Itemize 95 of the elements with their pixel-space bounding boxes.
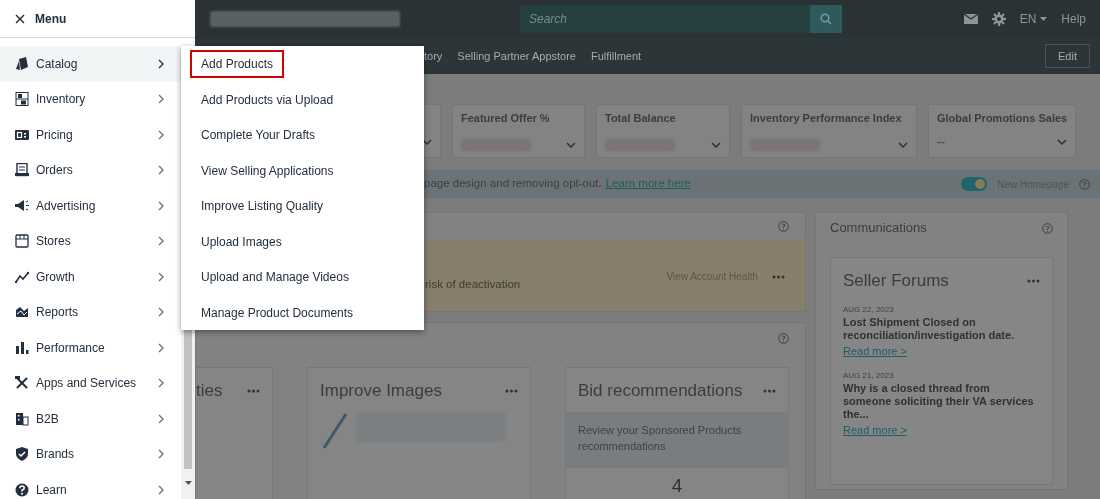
- menu-item[interactable]: Stores: [0, 223, 181, 259]
- shield-check-icon: [15, 447, 29, 462]
- bar-chart-icon: [15, 340, 29, 355]
- caret-down-icon: [1040, 17, 1048, 21]
- scrollbar[interactable]: [181, 329, 195, 499]
- chevron-down-icon: [711, 142, 721, 148]
- menu-item[interactable]: Apps and Services: [0, 365, 181, 401]
- chevron-right-icon: [158, 342, 164, 353]
- help-icon: [1042, 222, 1053, 234]
- post-date: AUG 22, 2023: [843, 303, 895, 316]
- forum-title: Seller Forums: [843, 270, 949, 292]
- submenu-item[interactable]: Upload and Manage Videos: [190, 263, 360, 291]
- nav-link[interactable]: tory: [424, 47, 443, 65]
- submenu-item[interactable]: View Selling Applications: [190, 156, 345, 185]
- menu-title: Menu: [35, 10, 67, 28]
- report-icon: [15, 305, 29, 320]
- chevron-right-icon: [158, 449, 164, 460]
- more-options-icon[interactable]: [505, 388, 518, 393]
- chevron-right-icon: [158, 307, 164, 318]
- megaphone-icon: [15, 198, 29, 213]
- chevron-down-icon: [898, 142, 908, 148]
- metric-title: Featured Offer %: [461, 111, 551, 126]
- menu-item[interactable]: Performance: [0, 330, 181, 366]
- chevron-down-icon: [566, 142, 576, 148]
- shelves-icon: [15, 92, 29, 107]
- chevron-right-icon: [158, 200, 164, 211]
- menu-item[interactable]: Inventory: [0, 81, 181, 117]
- post-title[interactable]: Why is a closed thread from someone soliciting their VA services the...: [843, 381, 1040, 422]
- post-title[interactable]: Lost Shipment Closed on reconciliation/investigation date.: [843, 315, 1040, 342]
- more-options-icon[interactable]: [763, 388, 776, 393]
- submenu-item[interactable]: Manage Product Documents: [190, 298, 365, 327]
- help-link[interactable]: Help: [1061, 10, 1086, 28]
- metric-title: Total Balance: [605, 111, 677, 126]
- menu-item[interactable]: Catalog: [0, 46, 181, 82]
- search-field[interactable]: Search: [520, 5, 810, 33]
- recommendation-count: 4: [670, 475, 684, 497]
- search-button[interactable]: [810, 5, 842, 33]
- post-date: AUG 21, 2023: [843, 369, 895, 382]
- nav-link[interactable]: Fulfillment: [591, 47, 642, 65]
- menu-item[interactable]: Reports: [0, 294, 181, 330]
- toggle-switch[interactable]: [961, 177, 988, 191]
- help-icon: [778, 332, 789, 344]
- widget-title: Improve Images: [320, 380, 442, 402]
- search-icon: [820, 13, 832, 25]
- menu-item[interactable]: Growth: [0, 259, 181, 295]
- widget-title: Bid recommendations: [578, 380, 743, 402]
- chevron-right-icon: [158, 271, 164, 282]
- submenu-item[interactable]: Add Products: [190, 50, 285, 78]
- chevron-down-icon: [1057, 139, 1067, 145]
- edit-button[interactable]: Edit: [1045, 43, 1090, 69]
- submenu-item[interactable]: Upload Images: [190, 227, 293, 256]
- settings-icon[interactable]: [991, 12, 1006, 26]
- more-options-icon[interactable]: [247, 388, 260, 393]
- menu-item[interactable]: Brands: [0, 436, 181, 472]
- help-icon: [1079, 178, 1090, 190]
- nav-link[interactable]: Selling Partner Appstore: [457, 47, 576, 65]
- chevron-right-icon: [158, 236, 164, 247]
- chevron-right-icon: [158, 94, 164, 105]
- help-icon: [778, 220, 789, 232]
- recommendation-text: Review your Sponsored Products recommendations: [578, 423, 742, 452]
- menu-item[interactable]: Learn: [0, 472, 181, 499]
- menu-item[interactable]: Orders: [0, 152, 181, 188]
- clipboard-icon: [15, 163, 29, 178]
- alert-text: risk of deactivation: [425, 276, 521, 292]
- menu-item[interactable]: Pricing: [0, 117, 181, 153]
- metric-title: Inventory Performance Index: [750, 111, 903, 126]
- chevron-right-icon: [158, 484, 164, 495]
- more-options-icon[interactable]: [772, 274, 785, 279]
- panel-title: Communications: [830, 219, 927, 238]
- chevron-right-icon: [158, 129, 164, 140]
- submenu-item[interactable]: Improve Listing Quality: [190, 192, 335, 220]
- tag-icon: [15, 56, 29, 71]
- storefront-icon: [15, 234, 29, 249]
- submenu-item[interactable]: Complete Your Drafts: [190, 121, 327, 149]
- metric-title: Global Promotions Sales: [937, 111, 1067, 126]
- submenu-item[interactable]: Add Products via Upload: [190, 85, 345, 114]
- chevron-down-icon: [422, 139, 432, 145]
- menu-item[interactable]: B2B: [0, 401, 181, 437]
- scrollbar-thumb[interactable]: [184, 329, 192, 469]
- mail-icon[interactable]: [963, 14, 978, 24]
- chevron-right-icon: [158, 378, 164, 389]
- scroll-down-icon[interactable]: [184, 481, 192, 485]
- close-icon[interactable]: [15, 13, 25, 24]
- language-dropdown[interactable]: EN: [1019, 10, 1037, 28]
- tools-icon: [15, 376, 29, 391]
- widget-title: ties: [196, 380, 223, 402]
- trend-line-icon: [15, 269, 29, 284]
- chevron-right-icon: [158, 165, 164, 176]
- chevron-right-icon: [158, 58, 164, 69]
- price-icon: [15, 127, 29, 142]
- menu-item[interactable]: Advertising: [0, 188, 181, 224]
- metric-value: --: [937, 134, 945, 151]
- more-options-icon[interactable]: [1027, 278, 1040, 283]
- building-icon: [15, 411, 29, 426]
- chevron-right-icon: [158, 413, 164, 424]
